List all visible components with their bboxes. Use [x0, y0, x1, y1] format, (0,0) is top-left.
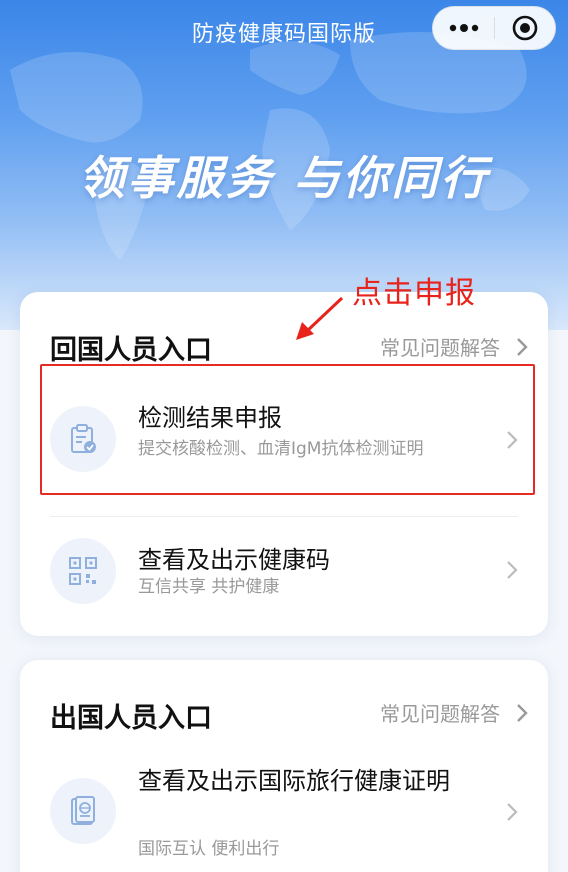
target-close-icon [512, 15, 538, 41]
faq-link[interactable]: 常见问题解答 [380, 332, 528, 361]
faq-label: 常见问题解答 [380, 336, 500, 360]
annotation-arrow-icon [296, 296, 344, 340]
section-title: 出国人员入口 [50, 703, 212, 734]
more-button[interactable] [433, 6, 494, 50]
chevron-right-icon [517, 337, 528, 356]
more-dots-icon [449, 24, 478, 32]
icon-circle [50, 778, 116, 844]
section-title: 回国人员入口 [50, 335, 212, 366]
chevron-right-icon [507, 803, 518, 821]
faq-link[interactable]: 常见问题解答 [380, 698, 528, 727]
travel-health-cert-item[interactable]: 查看及出示国际旅行健康证明 国际互认 便利出行 [20, 750, 548, 872]
header-banner: 防疫健康码国际版 领事服务 与你同行 [0, 0, 568, 330]
item-subtitle: 互信共享 共护健康 [138, 577, 280, 597]
item-title: 查看及出示健康码 [138, 546, 330, 574]
chevron-right-icon [517, 703, 528, 722]
divider [50, 516, 518, 517]
mini-program-capsule [432, 6, 556, 50]
highlight-box [40, 364, 535, 495]
faq-label: 常见问题解答 [380, 702, 500, 726]
item-subtitle: 国际互认 便利出行 [138, 839, 280, 859]
annotation-label: 点击申报 [352, 276, 476, 311]
item-title: 查看及出示国际旅行健康证明 [138, 767, 450, 795]
passport-icon [71, 796, 95, 825]
slogan: 领事服务 与你同行 [78, 151, 490, 205]
chevron-right-icon [507, 561, 518, 579]
close-button[interactable] [495, 6, 555, 50]
icon-circle [50, 538, 116, 604]
depart-entry-card: 出国人员入口 常见问题解答 查看及出示国际旅行健康证明 国际互认 便利出行 [20, 660, 548, 872]
qr-code-icon [69, 557, 97, 585]
health-code-item[interactable]: 查看及出示健康码 互信共享 共护健康 [20, 518, 548, 628]
